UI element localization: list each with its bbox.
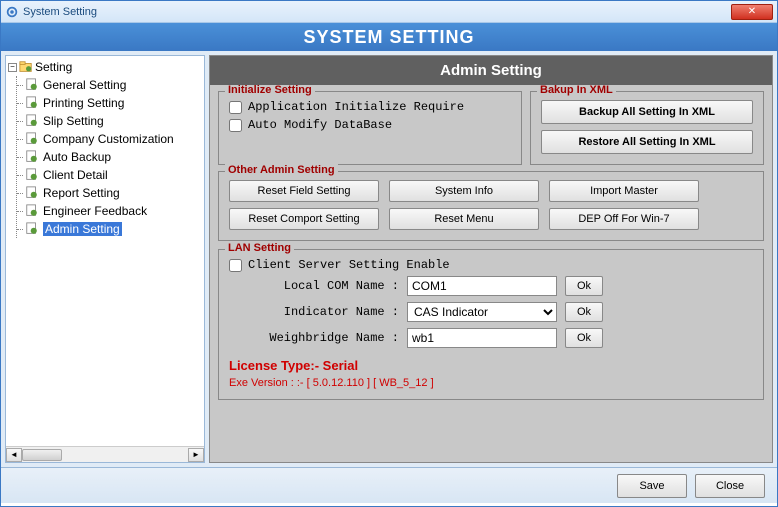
- scroll-thumb[interactable]: [22, 449, 62, 461]
- page-gear-icon: [25, 168, 39, 182]
- page-gear-icon: [25, 132, 39, 146]
- other-admin-legend: Other Admin Setting: [225, 164, 338, 176]
- reset-menu-button[interactable]: Reset Menu: [389, 208, 539, 230]
- page-gear-icon: [25, 78, 39, 92]
- tree-toggle[interactable]: −: [8, 63, 17, 72]
- system-info-button[interactable]: System Info: [389, 180, 539, 202]
- import-master-button[interactable]: Import Master: [549, 180, 699, 202]
- tree-item[interactable]: Printing Setting: [17, 94, 202, 112]
- client-server-checkbox[interactable]: [229, 259, 242, 272]
- tree-item[interactable]: Admin Setting: [17, 220, 202, 238]
- other-admin-group: Other Admin Setting Reset Field Setting …: [218, 171, 764, 241]
- scroll-right-arrow[interactable]: ►: [188, 448, 204, 462]
- tree-item[interactable]: Company Customization: [17, 130, 202, 148]
- tree-item-label: Auto Backup: [43, 150, 111, 164]
- tree-item-label: Admin Setting: [43, 222, 122, 236]
- indicator-label: Indicator Name :: [229, 305, 399, 319]
- reset-field-button[interactable]: Reset Field Setting: [229, 180, 379, 202]
- client-server-checkbox-row[interactable]: Client Server Setting Enable: [229, 258, 753, 272]
- tree-root[interactable]: − Setting: [8, 60, 202, 74]
- close-button[interactable]: Close: [695, 474, 765, 498]
- auto-modify-label: Auto Modify DataBase: [248, 118, 392, 132]
- page-gear-icon: [25, 204, 39, 218]
- local-com-label: Local COM Name :: [229, 279, 399, 293]
- backup-xml-group: Bakup In XML Backup All Setting In XML R…: [530, 91, 764, 165]
- app-init-label: Application Initialize Require: [248, 100, 464, 114]
- tree: − Setting General Setting Printing Settin…: [6, 56, 204, 446]
- license-type-text: License Type:- Serial: [229, 358, 753, 373]
- tree-item[interactable]: General Setting: [17, 76, 202, 94]
- tree-item[interactable]: Engineer Feedback: [17, 202, 202, 220]
- app-init-checkbox-row[interactable]: Application Initialize Require: [229, 100, 511, 114]
- save-button[interactable]: Save: [617, 474, 687, 498]
- page-gear-icon: [25, 114, 39, 128]
- tree-item[interactable]: Client Detail: [17, 166, 202, 184]
- tree-item-label: Company Customization: [43, 132, 174, 146]
- window-title: System Setting: [23, 6, 97, 18]
- page-gear-icon: [25, 222, 39, 236]
- initialize-setting-group: Initialize Setting Application Initializ…: [218, 91, 522, 165]
- tree-root-label: Setting: [35, 60, 72, 74]
- banner-title: SYSTEM SETTING: [1, 23, 777, 51]
- tree-item-label: Slip Setting: [43, 114, 104, 128]
- weighbridge-input[interactable]: [407, 328, 557, 348]
- tree-item-label: Client Detail: [43, 168, 108, 182]
- exe-version-text: Exe Version : :- [ 5.0.12.110 ] [ WB_5_1…: [229, 377, 753, 389]
- tree-item-label: Printing Setting: [43, 96, 124, 110]
- client-server-label: Client Server Setting Enable: [248, 258, 450, 272]
- backup-legend: Bakup In XML: [537, 85, 616, 96]
- indicator-ok-button[interactable]: Ok: [565, 302, 603, 322]
- app-init-checkbox[interactable]: [229, 101, 242, 114]
- window-close-button[interactable]: ✕: [731, 4, 773, 20]
- tree-item-label: Engineer Feedback: [43, 204, 147, 218]
- lan-legend: LAN Setting: [225, 242, 294, 254]
- tree-item-label: Report Setting: [43, 186, 120, 200]
- local-com-ok-button[interactable]: Ok: [565, 276, 603, 296]
- lan-setting-group: LAN Setting Client Server Setting Enable…: [218, 249, 764, 400]
- restore-all-button[interactable]: Restore All Setting In XML: [541, 130, 753, 154]
- folder-gear-icon: [19, 60, 33, 74]
- reset-comport-button[interactable]: Reset Comport Setting: [229, 208, 379, 230]
- panel-title: Admin Setting: [210, 56, 772, 85]
- sidebar: − Setting General Setting Printing Settin…: [5, 55, 205, 463]
- dep-off-button[interactable]: DEP Off For Win-7: [549, 208, 699, 230]
- indicator-select[interactable]: CAS Indicator: [407, 302, 557, 322]
- page-gear-icon: [25, 186, 39, 200]
- horizontal-scrollbar[interactable]: ◄ ►: [6, 446, 204, 462]
- tree-item[interactable]: Report Setting: [17, 184, 202, 202]
- main-panel: Admin Setting Initialize Setting Applica…: [209, 55, 773, 463]
- weighbridge-ok-button[interactable]: Ok: [565, 328, 603, 348]
- footer: Save Close: [1, 467, 777, 503]
- auto-modify-checkbox[interactable]: [229, 119, 242, 132]
- gear-icon: [5, 5, 19, 19]
- titlebar: System Setting ✕: [1, 1, 777, 23]
- scroll-left-arrow[interactable]: ◄: [6, 448, 22, 462]
- local-com-input[interactable]: [407, 276, 557, 296]
- backup-all-button[interactable]: Backup All Setting In XML: [541, 100, 753, 124]
- initialize-legend: Initialize Setting: [225, 85, 315, 96]
- page-gear-icon: [25, 96, 39, 110]
- auto-modify-checkbox-row[interactable]: Auto Modify DataBase: [229, 118, 511, 132]
- tree-item[interactable]: Auto Backup: [17, 148, 202, 166]
- scroll-track[interactable]: [22, 448, 188, 462]
- tree-item-label: General Setting: [43, 78, 126, 92]
- weighbridge-label: Weighbridge Name :: [229, 331, 399, 345]
- page-gear-icon: [25, 150, 39, 164]
- tree-item[interactable]: Slip Setting: [17, 112, 202, 130]
